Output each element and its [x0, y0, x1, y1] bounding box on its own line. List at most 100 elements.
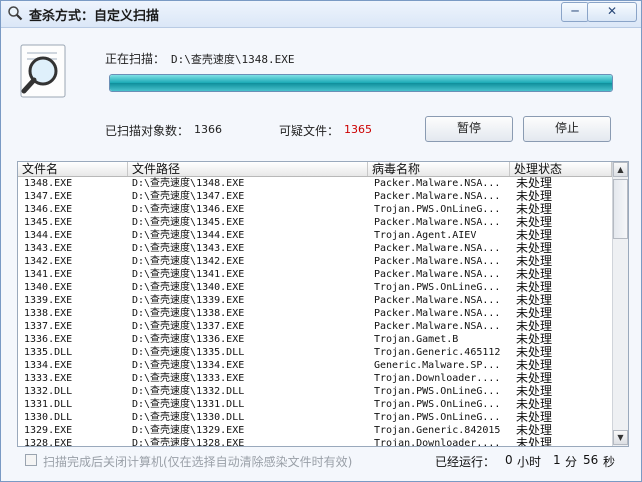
cell-status: 未处理 — [516, 229, 553, 242]
cell-virus-name: Packer.Malware.NSA... — [374, 178, 501, 189]
elapsed-hours-unit: 小时 — [517, 455, 542, 469]
cell-status: 未处理 — [516, 281, 553, 294]
cell-filename: 1348.EXE — [24, 178, 73, 189]
table-row[interactable]: 1341.EXE D:\查壳速度\1341.EXE Packer.Malware.N… — [18, 268, 612, 281]
table-row[interactable]: 1348.EXE D:\查壳速度\1348.EXE Packer.Malware.N… — [18, 177, 612, 190]
cell-status: 未处理 — [516, 190, 553, 203]
column-header-status[interactable]: 处理状态 — [510, 162, 612, 176]
vertical-scrollbar[interactable]: ▲ ▼ — [612, 162, 628, 446]
cell-virus-name: Trojan.PWS.OnLineG... — [374, 399, 501, 410]
cell-filename: 1336.EXE — [24, 334, 73, 345]
scroll-up-arrow-icon[interactable]: ▲ — [613, 162, 628, 177]
table-row[interactable]: 1339.EXE D:\查壳速度\1339.EXE Packer.Malware.N… — [18, 294, 612, 307]
cell-filepath: D:\查壳速度\1333.EXE — [132, 373, 245, 384]
suspicious-files-label: 可疑文件： — [279, 124, 340, 138]
cell-status: 未处理 — [516, 437, 553, 447]
cell-virus-name: Packer.Malware.NSA... — [374, 256, 501, 267]
scroll-down-arrow-icon[interactable]: ▼ — [613, 430, 628, 445]
magnifier-icon — [8, 6, 23, 21]
cell-filepath: D:\查壳速度\1337.EXE — [132, 321, 245, 332]
table-row[interactable]: 1337.EXE D:\查壳速度\1337.EXE Packer.Malware.N… — [18, 320, 612, 333]
cell-virus-name: Trojan.Downloader.... — [374, 438, 501, 447]
column-header-virus-name[interactable]: 病毒名称 — [368, 162, 510, 176]
cell-status: 未处理 — [516, 216, 553, 229]
cell-filename: 1338.EXE — [24, 308, 73, 319]
cell-filename: 1342.EXE — [24, 256, 73, 267]
scanning-label: 正在扫描： — [105, 52, 166, 66]
cell-virus-name: Packer.Malware.NSA... — [374, 295, 501, 306]
table-row[interactable]: 1332.DLL D:\查壳速度\1332.DLL Trojan.PWS.OnLin… — [18, 385, 612, 398]
scrollbar-thumb[interactable] — [613, 179, 628, 239]
cell-filepath: D:\查壳速度\1346.EXE — [132, 204, 245, 215]
cell-virus-name: Trojan.PWS.OnLineG... — [374, 412, 501, 423]
cell-filename: 1337.EXE — [24, 321, 73, 332]
table-row[interactable]: 1338.EXE D:\查壳速度\1338.EXE Packer.Malware.N… — [18, 307, 612, 320]
cell-status: 未处理 — [516, 255, 553, 268]
table-row[interactable]: 1336.EXE D:\查壳速度\1336.EXE Trojan.Gamet.B 未处… — [18, 333, 612, 346]
cell-virus-name: Generic.Malware.SP... — [374, 360, 501, 371]
cell-filepath: D:\查壳速度\1338.EXE — [132, 308, 245, 319]
results-table: 文件名 文件路径 病毒名称 处理状态 1348.EXE D:\查壳速度\1348.… — [17, 161, 629, 447]
scanning-path: D:\查壳速度\1348.EXE — [171, 53, 295, 66]
cell-status: 未处理 — [516, 359, 553, 372]
elapsed-seconds: 56 — [583, 453, 599, 467]
cell-filepath: D:\查壳速度\1347.EXE — [132, 191, 245, 202]
table-row[interactable]: 1329.EXE D:\查壳速度\1329.EXE Trojan.Generic.8… — [18, 424, 612, 437]
cell-filename: 1328.EXE — [24, 438, 73, 447]
cell-filepath: D:\查壳速度\1335.DLL — [132, 347, 245, 358]
cell-filename: 1333.EXE — [24, 373, 73, 384]
cell-virus-name: Trojan.PWS.OnLineG... — [374, 386, 501, 397]
pause-button[interactable]: 暂停 — [425, 116, 513, 142]
table-row[interactable]: 1330.DLL D:\查壳速度\1330.DLL Trojan.PWS.OnLin… — [18, 411, 612, 424]
table-row[interactable]: 1335.DLL D:\查壳速度\1335.DLL Trojan.Generic.4… — [18, 346, 612, 359]
cell-status: 未处理 — [516, 307, 553, 320]
table-row[interactable]: 1333.EXE D:\查壳速度\1333.EXE Trojan.Downloade… — [18, 372, 612, 385]
table-header: 文件名 文件路径 病毒名称 处理状态 — [18, 162, 612, 177]
cell-filename: 1335.DLL — [24, 347, 73, 358]
elapsed-seconds-unit: 秒 — [603, 455, 616, 469]
cell-filepath: D:\查壳速度\1344.EXE — [132, 230, 245, 241]
cell-virus-name: Packer.Malware.NSA... — [374, 191, 501, 202]
stop-button[interactable]: 停止 — [523, 116, 611, 142]
cell-virus-name: Trojan.Downloader.... — [374, 373, 501, 384]
column-header-filename[interactable]: 文件名 — [18, 162, 128, 176]
scanned-objects-label: 已扫描对象数： — [105, 124, 190, 138]
scan-window: 查杀方式：自定义扫描 ─ ✕ 正在扫描： D:\查壳速度\1348.EXE 已扫… — [0, 0, 642, 482]
cell-status: 未处理 — [516, 268, 553, 281]
minimize-button[interactable]: ─ — [561, 2, 589, 22]
cell-filename: 1330.DLL — [24, 412, 73, 423]
cell-filepath: D:\查壳速度\1341.EXE — [132, 269, 245, 280]
table-row[interactable]: 1345.EXE D:\查壳速度\1345.EXE Packer.Malware.N… — [18, 216, 612, 229]
table-row[interactable]: 1347.EXE D:\查壳速度\1347.EXE Packer.Malware.N… — [18, 190, 612, 203]
shutdown-option-label: 扫描完成后关闭计算机(仅在选择自动清除感染文件时有效) — [43, 455, 353, 469]
cell-filepath: D:\查壳速度\1345.EXE — [132, 217, 245, 228]
table-row[interactable]: 1328.EXE D:\查壳速度\1328.EXE Trojan.Downloade… — [18, 437, 612, 447]
table-rows: 1348.EXE D:\查壳速度\1348.EXE Packer.Malware.N… — [18, 177, 612, 447]
column-header-filepath[interactable]: 文件路径 — [128, 162, 368, 176]
cell-filepath: D:\查壳速度\1332.DLL — [132, 386, 245, 397]
title-bar: 查杀方式：自定义扫描 ─ ✕ — [1, 1, 641, 28]
table-row[interactable]: 1334.EXE D:\查壳速度\1334.EXE Generic.Malware.… — [18, 359, 612, 372]
table-row[interactable]: 1331.DLL D:\查壳速度\1331.DLL Trojan.PWS.OnLin… — [18, 398, 612, 411]
cell-filename: 1332.DLL — [24, 386, 73, 397]
cell-virus-name: Trojan.PWS.OnLineG... — [374, 282, 501, 293]
cell-virus-name: Trojan.PWS.OnLineG... — [374, 204, 501, 215]
close-button[interactable]: ✕ — [587, 2, 637, 22]
cell-virus-name: Trojan.Generic.465112 — [374, 347, 501, 358]
table-row[interactable]: 1343.EXE D:\查壳速度\1343.EXE Packer.Malware.N… — [18, 242, 612, 255]
cell-status: 未处理 — [516, 411, 553, 424]
table-row[interactable]: 1344.EXE D:\查壳速度\1344.EXE Trojan.Agent.AIE… — [18, 229, 612, 242]
cell-filename: 1339.EXE — [24, 295, 73, 306]
table-row[interactable]: 1342.EXE D:\查壳速度\1342.EXE Packer.Malware.N… — [18, 255, 612, 268]
cell-filename: 1331.DLL — [24, 399, 73, 410]
cell-status: 未处理 — [516, 424, 553, 437]
cell-filepath: D:\查壳速度\1336.EXE — [132, 334, 245, 345]
cell-filepath: D:\查壳速度\1348.EXE — [132, 178, 245, 189]
shutdown-checkbox[interactable] — [25, 454, 37, 466]
table-row[interactable]: 1346.EXE D:\查壳速度\1346.EXE Trojan.PWS.OnLin… — [18, 203, 612, 216]
window-title: 查杀方式：自定义扫描 — [29, 9, 160, 24]
cell-filepath: D:\查壳速度\1342.EXE — [132, 256, 245, 267]
table-row[interactable]: 1340.EXE D:\查壳速度\1340.EXE Trojan.PWS.OnLin… — [18, 281, 612, 294]
cell-status: 未处理 — [516, 203, 553, 216]
scan-magnifier-icon — [20, 44, 66, 98]
